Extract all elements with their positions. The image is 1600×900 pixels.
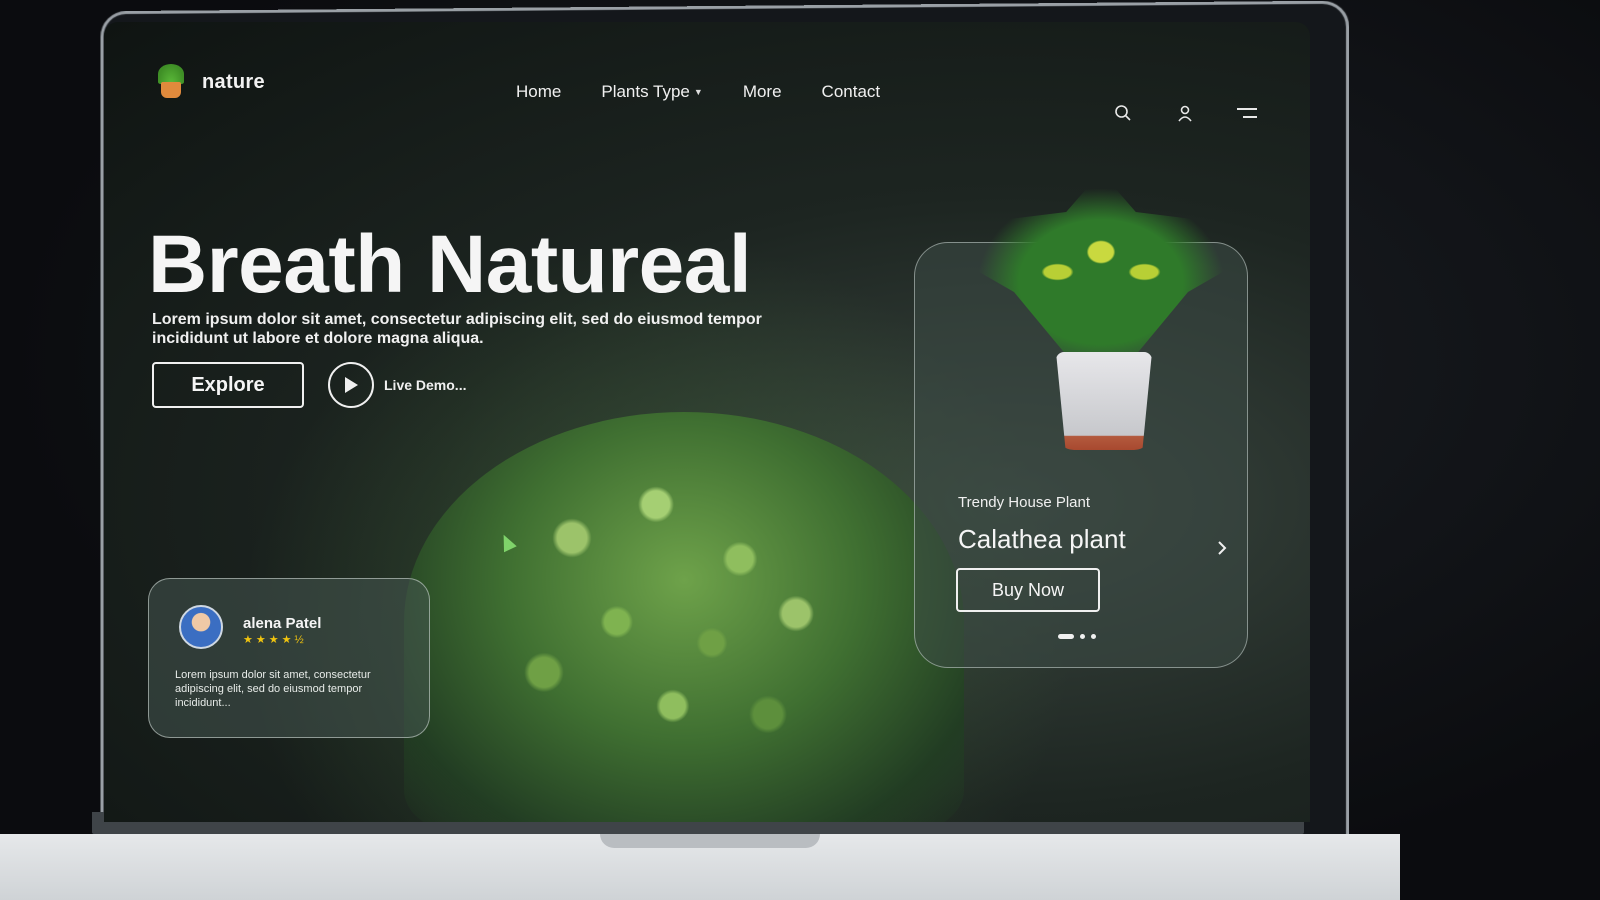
main-nav: Home Plants Type ▼ More Contact [516,82,880,102]
nav-home-label: Home [516,82,562,101]
buy-now-button[interactable]: Buy Now [956,568,1100,612]
search-icon[interactable] [1112,102,1134,124]
product-name: Calathea plant [958,524,1126,554]
hero-description: Lorem ipsum dolor sit amet, consectetur … [152,311,762,348]
potted-plant-logo-icon [154,64,188,100]
carousel-dot-2[interactable] [1080,634,1085,639]
chevron-right-icon[interactable] [1210,536,1234,560]
hero-title: Breath Natureal [148,219,752,310]
product-kicker: Trendy House Plant [958,494,1091,511]
explore-button[interactable]: Explore [152,362,304,408]
carousel-dot-3[interactable] [1091,634,1096,639]
review-card: alena Patel ★★★★½ Lorem ipsum dolor sit … [148,578,430,738]
nav-contact-label: Contact [821,82,881,101]
website-screen: nature Home Plants Type ▼ More Contact B… [104,22,1310,822]
live-demo-link[interactable]: Live Demo... [328,362,466,408]
nav-icons [1112,102,1258,124]
nav-contact[interactable]: Contact [822,82,881,102]
carousel-dots [1058,634,1096,639]
caret-down-icon: ▼ [693,87,703,97]
nav-plants-type-label: Plants Type [601,82,690,101]
brand-name: nature [202,70,265,93]
laptop-hinge-notch [600,834,820,848]
croton-plant-image [956,172,1246,472]
carousel-dot-1[interactable] [1058,634,1074,639]
brand[interactable]: nature [154,64,265,100]
live-demo-label: Live Demo... [384,377,467,393]
nav-more[interactable]: More [743,82,782,102]
menu-icon[interactable] [1236,102,1258,124]
star-rating: ★★★★½ [243,634,307,646]
nav-plants-type[interactable]: Plants Type ▼ [601,82,702,102]
reviewer-name: alena Patel [243,615,322,632]
nav-more-label: More [742,82,782,101]
review-text: Lorem ipsum dolor sit amet, consectetur … [175,669,371,709]
boxwood-bush-image [404,412,964,822]
play-icon [328,362,374,408]
nav-home[interactable]: Home [516,82,561,102]
avatar [179,605,223,649]
user-icon[interactable] [1174,102,1196,124]
